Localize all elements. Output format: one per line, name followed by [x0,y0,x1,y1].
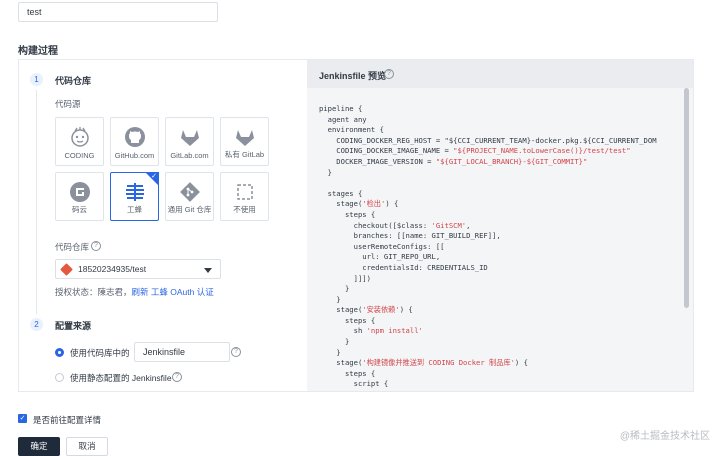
auth-user: 陳志君， [97,287,132,297]
watermark: @稀土掘金技术社区 [619,431,710,442]
radio-static-jenkinsfile[interactable] [55,373,64,382]
code-line: } [319,167,332,177]
github-icon [125,127,145,147]
code-line: userRemoteConfigs: [[ [319,241,445,251]
repo-select[interactable]: 18520234935/test [55,259,221,279]
source-tile-label: 工蜂 [127,205,142,214]
preview-header: Jenkinsfile 预览 ? [307,60,693,88]
repo-label: 代码仓库 [55,241,89,253]
step-connector [36,90,37,314]
jenkinsfile-path-input[interactable]: Jenkinsfile [134,342,230,362]
code-line: pipeline { [319,104,363,113]
source-tile-label: 私有 GitLab [224,150,265,159]
radio-repo-jenkinsfile-label: 使用代码库中的 [70,348,130,358]
confirm-button[interactable]: 确定 [18,437,60,456]
code-line: steps { [319,315,376,325]
source-tile-gitee[interactable]: 码云 [55,172,104,221]
coding-icon [71,127,89,147]
auth-prefix: 授权状态： [55,287,98,297]
code-line: steps { [319,209,376,219]
git-icon [180,182,200,202]
source-tile-label: 不使用 [233,205,256,214]
cancel-button[interactable]: 取消 [66,437,108,456]
code-line: } [319,337,350,347]
code-line: DOCKER_IMAGE_VERSION = "${GIT_LOCAL_BRAN… [319,156,588,166]
code-line: stages { [319,188,363,198]
step-2-number: 2 [30,318,43,331]
gitee-icon [70,182,90,202]
gongfeng-icon [126,183,144,201]
source-tile-label: GitLab.com [170,151,209,160]
source-tile-generic-git[interactable]: 通用 Git 仓库 [165,172,214,221]
code-line: ]]]) [319,273,371,283]
radio-static-jenkinsfile-label: 使用静态配置的 Jenkinsfile [70,373,172,383]
source-label: 代码源 [55,99,81,109]
source-tile-private-gitlab[interactable]: 私有 GitLab [220,117,269,166]
source-tile-label: 通用 Git 仓库 [167,205,212,214]
pipeline-name-input[interactable]: test [18,2,218,22]
auth-status: 授权状态：陳志君，刷新 工蜂 OAuth 认证 [55,286,214,298]
refresh-oauth-link[interactable]: 刷新 工蜂 OAuth 认证 [132,287,214,297]
source-tile-label: 码云 [72,205,87,214]
source-tile-gitlab[interactable]: GitLab.com [165,117,214,166]
build-process-panel: 1 代码仓库 代码源 CODING GitHub.com GitLab.com … [18,59,694,392]
help-icon[interactable]: ? [384,69,394,79]
code-line: url: GIT_REPO_URL, [319,252,441,262]
source-tile-label: CODING [64,151,95,160]
code-line: checkout([$class: 'GitSCM', [319,220,471,230]
source-tile-coding[interactable]: CODING [55,117,104,166]
git-icon [60,263,73,276]
code-line: stage('安装依赖') { [319,305,413,315]
jenkinsfile-preview: Jenkinsfile 预览 ? pipeline { agent any en… [307,60,693,391]
none-icon [237,184,253,200]
goto-config-checkbox[interactable]: ✓ [18,414,27,423]
code-line: environment { [319,125,384,135]
code-line: agent any [319,114,367,124]
chevron-down-icon [204,268,212,273]
code-line: sh 'npm install' [319,326,423,336]
radio-repo-jenkinsfile[interactable] [55,348,64,357]
code-line: } [319,284,350,294]
preview-title: Jenkinsfile 预览 [319,71,387,81]
repo-label-text: 代码仓库 [55,242,90,252]
gitlab-private-icon [236,130,254,146]
source-tile-github[interactable]: GitHub.com [110,117,159,166]
code-line: CODING_DOCKER_REG_HOST = "${CCI_CURRENT_… [319,135,657,145]
code-line: credentialsId: CREDENTIALS_ID [319,262,488,272]
step-2-title: 配置来源 [55,321,92,331]
source-tile-none[interactable]: 不使用 [220,172,269,221]
gitlab-icon [181,130,199,146]
goto-config-label: 是否前往配置详情 [33,415,102,425]
help-icon[interactable]: ? [231,347,241,357]
jenkinsfile-code[interactable]: pipeline { agent any environment { CODIN… [319,104,685,391]
scrollbar[interactable] [684,88,689,308]
code-line: steps { [319,368,376,378]
step-1-number: 1 [30,73,43,86]
help-icon[interactable]: ? [172,372,182,382]
code-line: } [319,294,341,304]
code-line: } [319,347,341,357]
source-tile-label: GitHub.com [114,151,155,160]
section-title: 构建过程 [18,46,58,57]
code-line: stage('检出') { [319,199,399,209]
code-line: stage('构建镜像并推送到 CODING Docker 制品库') { [319,358,528,368]
help-icon[interactable]: ? [91,241,101,251]
repo-select-value: 18520234935/test [78,264,147,274]
source-tile-gongfeng[interactable]: 工蜂 ✓ [110,172,159,221]
checkmark-icon: ✓ [151,173,157,180]
step-1-title: 代码仓库 [55,76,92,86]
code-line: script { [319,379,389,389]
code-line: CODING_DOCKER_IMAGE_NAME = "${PROJECT_NA… [319,146,631,156]
code-line: branches: [[name: GIT_BUILD_REF]], [319,231,501,241]
